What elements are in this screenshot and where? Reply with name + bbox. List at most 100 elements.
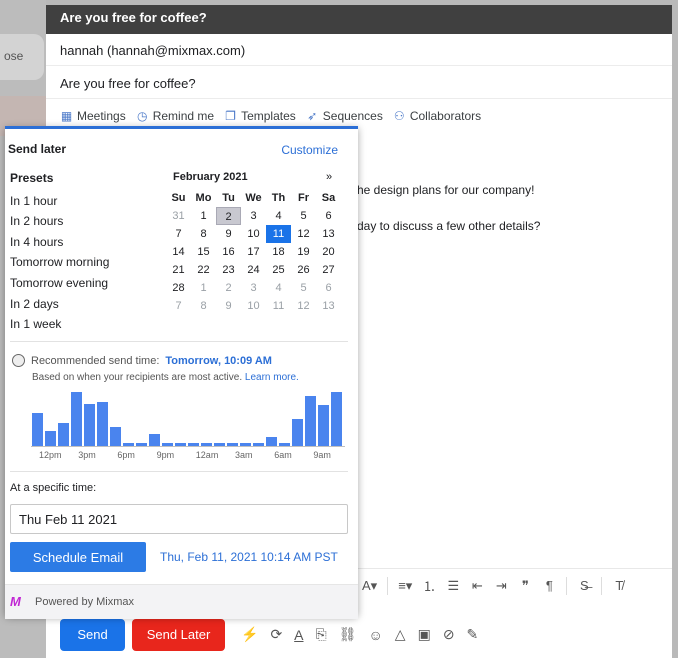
send-button[interactable]: Send <box>60 618 125 651</box>
histogram-bar <box>58 423 69 446</box>
calendar-next-button[interactable]: » <box>326 171 332 183</box>
sync-icon[interactable]: ⟳ <box>270 626 282 643</box>
calendar-day[interactable]: 25 <box>266 261 291 279</box>
send-later-button[interactable]: Send Later <box>132 618 225 651</box>
strikethrough-icon[interactable]: S̶ <box>577 578 591 593</box>
attach-icon[interactable]: ⎘ <box>316 626 327 643</box>
calendar-day[interactable]: 27 <box>316 261 341 279</box>
format-text-icon[interactable]: A <box>294 627 303 643</box>
calendar-day[interactable]: 19 <box>291 243 316 261</box>
calendar-day[interactable]: 10 <box>241 225 266 243</box>
calendar-day[interactable]: 6 <box>316 279 341 297</box>
toolbar-divider <box>601 576 603 595</box>
numbered-list-icon[interactable]: ⒈ <box>422 576 436 595</box>
calendar-day[interactable]: 7 <box>166 297 191 315</box>
calendar-day[interactable]: 8 <box>191 297 216 315</box>
sequences-button[interactable]: ➶ Sequences <box>306 109 383 123</box>
photo-icon[interactable]: ▣ <box>418 626 431 643</box>
calendar-day[interactable]: 1 <box>191 279 216 297</box>
calendar-day[interactable]: 31 <box>166 207 191 225</box>
preset-in-1-hour[interactable]: In 1 hour <box>10 194 57 208</box>
preset-in-4-hours[interactable]: In 4 hours <box>10 235 63 249</box>
calendar-day[interactable]: 3 <box>241 207 266 225</box>
preset-in-2-hours[interactable]: In 2 hours <box>10 214 63 228</box>
remove-formatting-icon[interactable]: T̸ <box>612 578 626 593</box>
weekday-header: Su <box>171 192 186 204</box>
calendar-day[interactable]: 2 <box>216 207 241 225</box>
to-field[interactable]: hannah (hannah@mixmax.com) <box>46 34 672 66</box>
align-icon[interactable]: ≡▾ <box>398 578 412 594</box>
indent-more-icon[interactable]: ⇥ <box>494 578 508 594</box>
calendar-day[interactable]: 11 <box>266 297 291 315</box>
templates-button[interactable]: ❐ Templates <box>224 109 296 123</box>
calendar-day[interactable]: 26 <box>291 261 316 279</box>
collaborators-button[interactable]: ⚇ Collaborators <box>393 109 481 123</box>
bulleted-list-icon[interactable]: ☰ <box>446 578 460 594</box>
calendar-day[interactable]: 10 <box>241 297 266 315</box>
lightning-icon[interactable]: ⚡ <box>241 626 258 643</box>
calendar-day[interactable]: 11 <box>266 225 291 243</box>
calendar-day[interactable]: 13 <box>316 297 341 315</box>
calendar-day[interactable]: 13 <box>316 225 341 243</box>
calendar-day[interactable]: 7 <box>166 225 191 243</box>
popup-footer: M Powered by Mixmax <box>5 584 358 619</box>
histogram-bar <box>110 427 121 446</box>
remind-me-button[interactable]: ◷ Remind me <box>136 109 214 123</box>
calendar-day[interactable]: 2 <box>216 279 241 297</box>
meetings-button[interactable]: ▦ Meetings <box>60 109 126 123</box>
preset-tomorrow-morning[interactable]: Tomorrow morning <box>10 255 109 269</box>
calendar-day[interactable]: 16 <box>216 243 241 261</box>
preset-in-1-week[interactable]: In 1 week <box>10 317 61 331</box>
preset-in-2-days[interactable]: In 2 days <box>10 297 59 311</box>
recommended-time-value[interactable]: Tomorrow, 10:09 AM <box>165 355 272 367</box>
calendar-day[interactable]: 12 <box>291 297 316 315</box>
histogram-bar <box>162 443 173 446</box>
calendar-day[interactable]: 9 <box>216 297 241 315</box>
calendar-day[interactable]: 22 <box>191 261 216 279</box>
templates-icon: ❐ <box>225 109 236 123</box>
text-color-icon[interactable]: A▾ <box>362 578 377 594</box>
calendar-day[interactable]: 18 <box>266 243 291 261</box>
calendar-day[interactable]: 23 <box>216 261 241 279</box>
calendar-day[interactable]: 9 <box>216 225 241 243</box>
customize-link[interactable]: Customize <box>281 143 338 157</box>
calendar-day[interactable]: 6 <box>316 207 341 225</box>
calendar-day[interactable]: 17 <box>241 243 266 261</box>
weekday-header: Tu <box>222 192 235 204</box>
learn-more-link[interactable]: Learn more. <box>245 372 299 383</box>
drive-icon[interactable]: △ <box>395 626 406 643</box>
scheduled-time-text: Thu, Feb 11, 2021 10:14 AM PST <box>160 550 338 564</box>
calendar-day[interactable]: 5 <box>291 207 316 225</box>
histogram-hour-label: 9am <box>313 450 331 460</box>
quote-icon[interactable]: ❞ <box>518 578 532 594</box>
subject-field[interactable]: Are you free for coffee? <box>46 67 672 99</box>
date-input[interactable] <box>10 504 348 534</box>
paragraph-direction-icon[interactable]: ¶ <box>542 578 556 593</box>
calendar-day[interactable]: 8 <box>191 225 216 243</box>
calendar-day[interactable]: 4 <box>266 279 291 297</box>
calendar-day[interactable]: 15 <box>191 243 216 261</box>
calendar-day[interactable]: 3 <box>241 279 266 297</box>
body-line[interactable]: day to discuss a few other details? <box>357 219 540 233</box>
background-close-tab[interactable]: ose <box>0 34 44 80</box>
calendar-day[interactable]: 20 <box>316 243 341 261</box>
calendar-day[interactable]: 14 <box>166 243 191 261</box>
calendar-day[interactable]: 1 <box>191 207 216 225</box>
preset-tomorrow-evening[interactable]: Tomorrow evening <box>10 276 108 290</box>
histogram-bar <box>305 396 316 446</box>
calendar-day[interactable]: 12 <box>291 225 316 243</box>
indent-less-icon[interactable]: ⇤ <box>470 578 484 594</box>
calendar-day[interactable]: 24 <box>241 261 266 279</box>
calendar-day[interactable]: 4 <box>266 207 291 225</box>
link-icon[interactable]: ⛓ <box>339 626 357 643</box>
emoji-icon[interactable]: ☺ <box>369 627 383 643</box>
recommended-description: Based on when your recipients are most a… <box>32 372 299 383</box>
calendar-day[interactable]: 5 <box>291 279 316 297</box>
calendar-day[interactable]: 28 <box>166 279 191 297</box>
body-line[interactable]: he design plans for our company! <box>357 183 534 197</box>
schedule-email-button[interactable]: Schedule Email <box>10 542 146 572</box>
signature-icon[interactable]: ✎ <box>467 626 479 643</box>
compose-title[interactable]: Are you free for coffee? <box>46 5 672 34</box>
calendar-day[interactable]: 21 <box>166 261 191 279</box>
confidential-icon[interactable]: ⊘ <box>443 626 455 643</box>
